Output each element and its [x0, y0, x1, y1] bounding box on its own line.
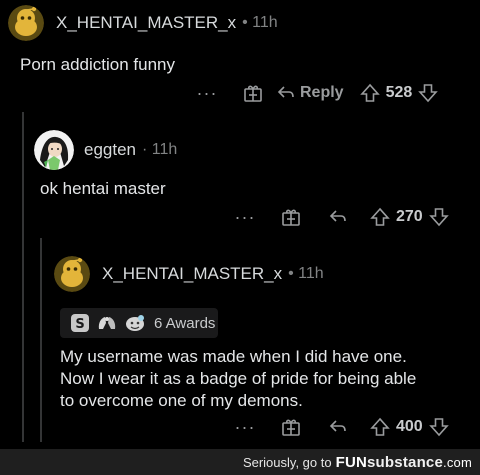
comment-line: Porn addiction funny: [20, 55, 175, 74]
username[interactable]: X_HENTAI_MASTER_x: [56, 13, 236, 33]
score: 528: [385, 84, 413, 101]
silver-award-icon: S: [71, 314, 89, 332]
username[interactable]: X_HENTAI_MASTER_x: [102, 264, 282, 284]
snoo-avatar-icon[interactable]: [8, 5, 44, 41]
thread-line-2[interactable]: [40, 238, 42, 442]
reply-label: Reply: [300, 84, 344, 101]
footer-text: Seriously, go to: [242, 454, 332, 470]
more-options-button[interactable]: ···: [192, 83, 222, 104]
logo-substance: substance: [367, 453, 444, 471]
svg-text:S: S: [75, 317, 84, 332]
funsubstance-logo[interactable]: FUNsubstance.com: [336, 454, 472, 471]
reply-button[interactable]: [328, 417, 348, 437]
anime-avatar-icon[interactable]: [34, 130, 74, 170]
comment-actions: ··· 400: [230, 413, 449, 441]
downvote-arrow-icon: [428, 418, 449, 437]
awards-count: 6 Awards: [154, 314, 216, 332]
downvote-button[interactable]: [428, 417, 449, 437]
award-button[interactable]: [242, 82, 264, 104]
downvote-button[interactable]: [418, 83, 439, 103]
award-button[interactable]: [280, 206, 302, 228]
awards-bar[interactable]: S 6 Awards: [60, 308, 218, 338]
score: 270: [396, 208, 423, 225]
reply-arrow-icon: [329, 210, 346, 222]
comment-body: My username was made when I did have one…: [60, 346, 416, 412]
face-award-icon: [126, 315, 144, 331]
gift-icon: [244, 85, 262, 102]
comment-body: Porn addiction funny: [20, 54, 175, 76]
reply-arrow-icon: [329, 420, 346, 432]
upvote-button[interactable]: [370, 417, 390, 437]
upvote-button[interactable]: [359, 83, 380, 103]
timestamp: · 11h: [142, 141, 178, 158]
snoo-avatar-icon[interactable]: [54, 256, 90, 292]
hands-award-icon: [98, 317, 116, 329]
comment-body: ok hentai master: [40, 178, 166, 200]
downvote-arrow-icon: [428, 208, 449, 227]
more-options-button[interactable]: ···: [230, 207, 260, 228]
downvote-arrow-icon: [418, 84, 439, 103]
upvote-arrow-icon: [370, 207, 390, 226]
comment-header: X_HENTAI_MASTER_x • 11h: [54, 256, 324, 292]
downvote-button[interactable]: [428, 207, 449, 227]
reply-button[interactable]: Reply: [276, 83, 344, 103]
reply-arrow-icon: [277, 86, 294, 98]
watermark-footer: Seriously, go to FUNsubstance.com: [0, 449, 480, 475]
logo-fun: FUN: [335, 453, 368, 471]
comment-actions: ··· Reply 528: [192, 79, 439, 107]
upvote-button[interactable]: [370, 207, 390, 227]
timestamp: • 11h: [288, 265, 324, 282]
comment-header: eggten · 11h: [34, 130, 177, 170]
comment-header: X_HENTAI_MASTER_x • 11h: [8, 5, 278, 41]
comment-line: My username was made when I did have one…: [60, 347, 407, 366]
more-options-button[interactable]: ···: [230, 417, 260, 438]
upvote-arrow-icon: [359, 83, 380, 102]
timestamp: • 11h: [242, 14, 278, 31]
gift-icon: [282, 419, 300, 436]
logo-com: .com: [443, 454, 472, 470]
reply-button[interactable]: [328, 207, 348, 227]
comment-line: ok hentai master: [40, 179, 166, 198]
username[interactable]: eggten: [84, 140, 136, 160]
comment-line: to overcome one of my demons.: [60, 391, 303, 410]
comment-actions: ··· 270: [230, 203, 449, 231]
upvote-arrow-icon: [370, 417, 390, 436]
comment-line: Now I wear it as a badge of pride for be…: [60, 369, 417, 388]
gift-icon: [282, 209, 300, 226]
award-button[interactable]: [280, 416, 302, 438]
thread-line-1[interactable]: [22, 112, 24, 442]
score: 400: [396, 418, 423, 435]
